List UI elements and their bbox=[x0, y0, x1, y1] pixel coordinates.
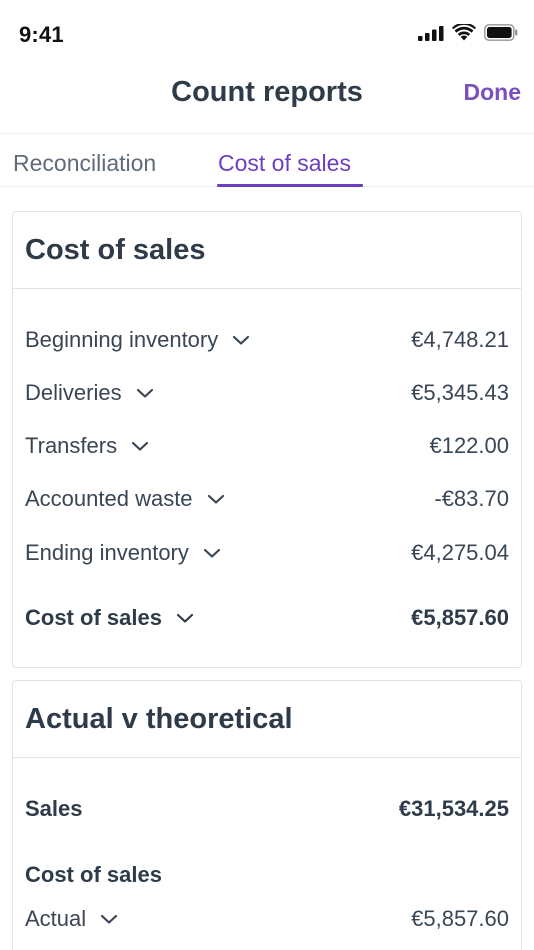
row-label: Cost of sales bbox=[25, 605, 194, 631]
card-header: Actual v theoretical bbox=[13, 681, 521, 758]
row-beginning-inventory[interactable]: Beginning inventory €4,748.21 bbox=[25, 324, 509, 356]
row-label: Transfers bbox=[25, 433, 149, 459]
chevron-down-icon bbox=[101, 914, 118, 924]
chevron-down-icon bbox=[136, 388, 153, 398]
row-label: Actual bbox=[25, 906, 118, 932]
row-sales: Sales €31,534.25 bbox=[25, 793, 509, 825]
tab-cost-of-sales[interactable]: Cost of sales bbox=[218, 150, 351, 177]
chevron-down-icon bbox=[207, 494, 224, 504]
row-label-text: Beginning inventory bbox=[25, 327, 219, 352]
cost-of-sales-card: Cost of sales Beginning inventory €4,748… bbox=[12, 211, 522, 668]
row-cost-of-sales-total[interactable]: Cost of sales €5,857.60 bbox=[25, 602, 509, 634]
page-title: Count reports bbox=[171, 76, 363, 108]
section-label-cost-of-sales: Cost of sales bbox=[25, 862, 162, 887]
row-value: €4,748.21 bbox=[411, 327, 509, 352]
row-value: €122.00 bbox=[429, 433, 509, 458]
row-ending-inventory[interactable]: Ending inventory €4,275.04 bbox=[25, 537, 509, 569]
chevron-down-icon bbox=[176, 613, 194, 623]
screen: 9:41 Count reports Done Reconciliation C… bbox=[0, 0, 534, 950]
row-label-text: Actual bbox=[25, 906, 87, 931]
cellular-signal-icon bbox=[418, 25, 444, 41]
row-value: -€83.70 bbox=[434, 486, 509, 511]
navigation-bar: Count reports Done bbox=[0, 64, 534, 134]
row-label: Sales bbox=[25, 796, 83, 822]
row-value: €4,275.04 bbox=[411, 540, 509, 565]
card-header: Cost of sales bbox=[13, 212, 521, 289]
status-time: 9:41 bbox=[19, 22, 64, 47]
row-value: €31,534.25 bbox=[398, 796, 509, 821]
battery-icon bbox=[484, 24, 518, 41]
row-value: €5,345.43 bbox=[411, 380, 509, 405]
wifi-icon bbox=[452, 24, 476, 41]
row-label: Ending inventory bbox=[25, 540, 221, 566]
status-icons bbox=[418, 24, 518, 41]
active-tab-indicator bbox=[217, 184, 363, 187]
row-label-text: Sales bbox=[25, 796, 83, 821]
row-actual[interactable]: Actual €5,857.60 bbox=[25, 903, 509, 935]
row-label-text: Deliveries bbox=[25, 380, 122, 405]
chevron-down-icon bbox=[131, 441, 149, 451]
status-bar: 9:41 bbox=[0, 0, 534, 64]
row-value: €5,857.60 bbox=[411, 605, 509, 630]
row-accounted-waste[interactable]: Accounted waste -€83.70 bbox=[25, 483, 509, 515]
tab-reconciliation[interactable]: Reconciliation bbox=[13, 150, 156, 177]
chevron-down-icon bbox=[203, 548, 220, 558]
row-label: Deliveries bbox=[25, 380, 154, 406]
row-transfers[interactable]: Transfers €122.00 bbox=[25, 430, 509, 462]
card-title: Actual v theoretical bbox=[25, 703, 293, 735]
tab-bar: Reconciliation Cost of sales bbox=[0, 134, 534, 187]
card-title: Cost of sales bbox=[25, 234, 206, 266]
row-label-text: Ending inventory bbox=[25, 540, 189, 565]
row-label-text: Transfers bbox=[25, 433, 118, 458]
chevron-down-icon bbox=[233, 335, 250, 345]
row-label-text: Cost of sales bbox=[25, 605, 162, 630]
row-value: €5,857.60 bbox=[411, 906, 509, 931]
row-label-text: Accounted waste bbox=[25, 486, 193, 511]
actual-v-theoretical-card: Actual v theoretical Sales €31,534.25 Co… bbox=[12, 680, 522, 950]
row-deliveries[interactable]: Deliveries €5,345.43 bbox=[25, 377, 509, 409]
row-label: Beginning inventory bbox=[25, 327, 250, 353]
row-label: Accounted waste bbox=[25, 486, 225, 512]
done-button[interactable]: Done bbox=[464, 79, 522, 106]
